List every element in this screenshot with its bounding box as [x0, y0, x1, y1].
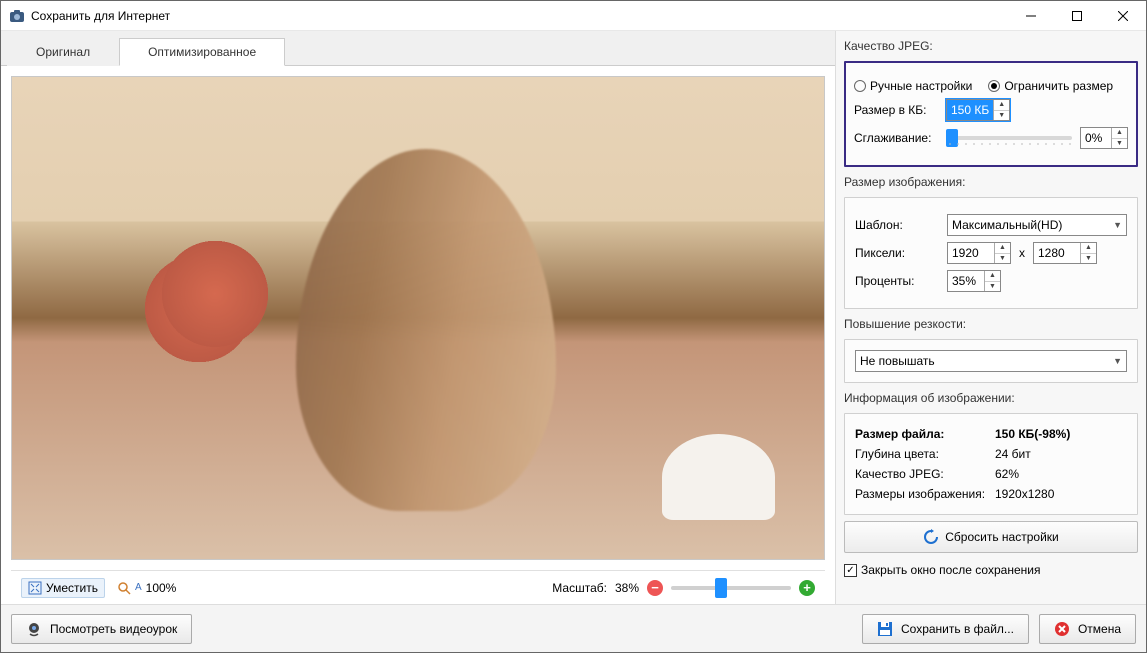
jpegq-value: 62% — [995, 464, 1127, 484]
sharpen-label: Повышение резкости: — [844, 315, 1138, 333]
image-info-label: Информация об изображении: — [844, 389, 1138, 407]
scale-value: 38% — [615, 581, 639, 595]
filesize-label: Размер файла: — [855, 424, 995, 444]
height-input[interactable]: 1280▲▼ — [1033, 242, 1097, 264]
zoom-in-button[interactable]: + — [799, 580, 815, 596]
image-size-group: Шаблон: Максимальный(HD)▼ Пиксели: 1920▲… — [844, 197, 1138, 309]
smoothing-stepper[interactable]: ▲▼ — [1111, 128, 1127, 148]
dims-label: Размеры изображения: — [855, 484, 995, 504]
fit-button[interactable]: Уместить — [21, 578, 105, 598]
smoothing-slider[interactable] — [946, 136, 1072, 140]
save-to-file-button[interactable]: Сохранить в файл... — [862, 614, 1029, 644]
zoom-100-button[interactable]: A 100% — [113, 579, 180, 597]
tab-optimized[interactable]: Оптимизированное — [119, 38, 285, 66]
zoom-bar: Уместить A 100% Масштаб: 38% − + — [11, 570, 825, 604]
template-select[interactable]: Максимальный(HD)▼ — [947, 214, 1127, 236]
zoom-100-label: 100% — [146, 581, 177, 595]
maximize-button[interactable] — [1054, 1, 1100, 30]
tab-original[interactable]: Оригинал — [7, 38, 119, 66]
smoothing-label: Сглаживание: — [854, 131, 938, 145]
size-kb-input[interactable]: 150 КБ ▲▼ — [946, 99, 1010, 121]
video-lesson-button[interactable]: Посмотреть видеоурок — [11, 614, 192, 644]
percent-input[interactable]: 35%▲▼ — [947, 270, 1001, 292]
width-input[interactable]: 1920▲▼ — [947, 242, 1011, 264]
sharpen-group: Не повышать▼ — [844, 339, 1138, 383]
size-kb-label: Размер в КБ: — [854, 103, 938, 117]
fit-icon — [28, 581, 42, 595]
dims-value: 1920x1280 — [995, 484, 1127, 504]
magnifier-icon — [117, 581, 131, 595]
jpegq-label: Качество JPEG: — [855, 464, 995, 484]
radio-manual[interactable]: Ручные настройки — [854, 79, 972, 93]
x-label: x — [1019, 246, 1025, 260]
image-size-label: Размер изображения: — [844, 173, 1138, 191]
image-info-group: Размер файла:150 КБ(-98%) Глубина цвета:… — [844, 413, 1138, 515]
zoom-out-button[interactable]: − — [647, 580, 663, 596]
minimize-button[interactable] — [1008, 1, 1054, 30]
zoom-slider-thumb[interactable] — [715, 578, 727, 598]
app-icon — [9, 8, 25, 24]
jpeg-quality-group: Ручные настройки Ограничить размер Разме… — [844, 61, 1138, 167]
filesize-value: 150 КБ(-98%) — [995, 424, 1127, 444]
size-kb-stepper[interactable]: ▲▼ — [993, 100, 1009, 120]
template-label: Шаблон: — [855, 218, 939, 232]
window-title: Сохранить для Интернет — [31, 9, 1008, 23]
cancel-icon — [1054, 621, 1070, 637]
bottom-bar: Посмотреть видеоурок Сохранить в файл...… — [1, 604, 1146, 652]
preview-tabs: Оригинал Оптимизированное — [1, 31, 835, 66]
reset-settings-button[interactable]: Сбросить настройки — [844, 521, 1138, 553]
zoom-slider[interactable] — [671, 586, 791, 590]
depth-label: Глубина цвета: — [855, 444, 995, 464]
jpeg-quality-label: Качество JPEG: — [844, 37, 1138, 55]
preview-area[interactable] — [11, 76, 825, 560]
percent-label: Проценты: — [855, 274, 939, 288]
scale-label: Масштаб: — [552, 581, 607, 595]
smoothing-input[interactable]: 0% ▲▼ — [1080, 127, 1128, 149]
webcam-icon — [26, 621, 42, 637]
radio-limit-size[interactable]: Ограничить размер — [988, 79, 1113, 93]
fit-label: Уместить — [46, 581, 98, 595]
close-after-save-checkbox[interactable]: ✓ Закрыть окно после сохранения — [844, 559, 1138, 581]
pixels-label: Пиксели: — [855, 246, 939, 260]
titlebar: Сохранить для Интернет — [1, 1, 1146, 31]
close-button[interactable] — [1100, 1, 1146, 30]
preview-image — [12, 77, 824, 559]
refresh-icon — [923, 529, 939, 545]
cancel-button[interactable]: Отмена — [1039, 614, 1136, 644]
save-icon — [877, 621, 893, 637]
sharpen-select[interactable]: Не повышать▼ — [855, 350, 1127, 372]
depth-value: 24 бит — [995, 444, 1127, 464]
